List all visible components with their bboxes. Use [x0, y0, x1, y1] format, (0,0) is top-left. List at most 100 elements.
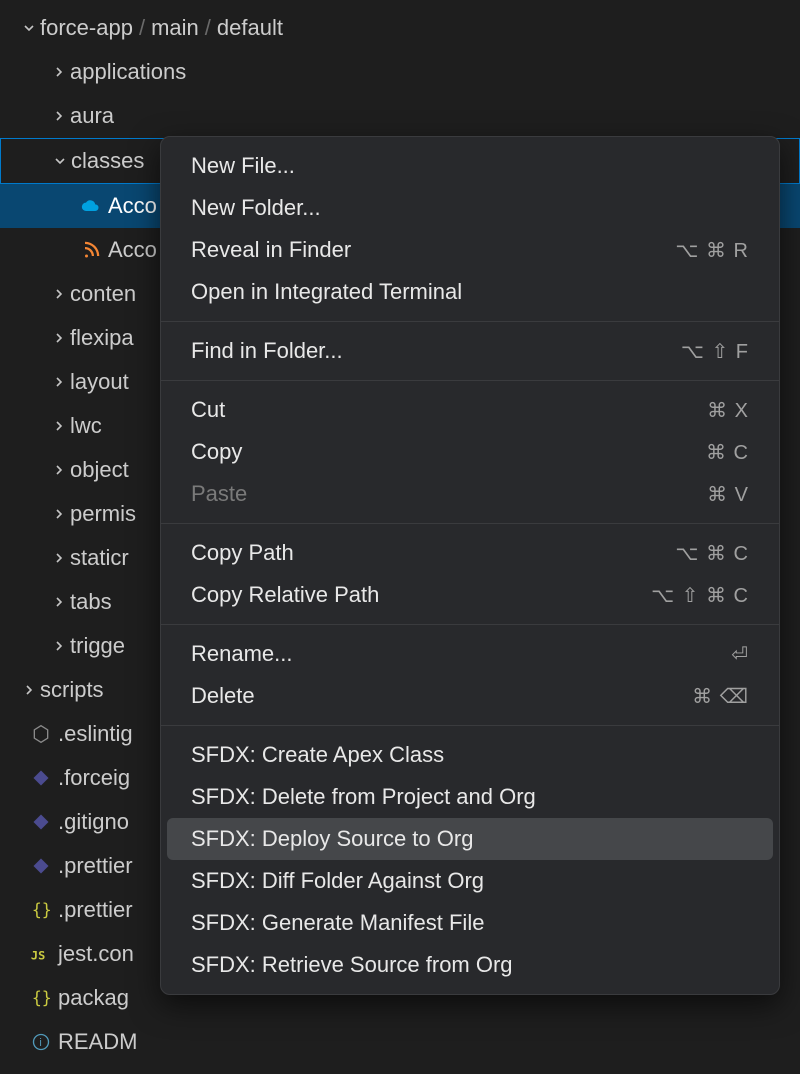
menu-sfdx-diff-folder[interactable]: SFDX: Diff Folder Against Org: [167, 860, 773, 902]
menu-copy-relative-path[interactable]: Copy Relative Path ⌥ ⇧ ⌘ C: [167, 574, 773, 616]
menu-new-file[interactable]: New File...: [167, 145, 773, 187]
folder-label: layout: [70, 369, 129, 395]
menu-label: Paste: [191, 481, 247, 507]
braces-icon: [28, 899, 54, 921]
menu-shortcut: ⌘ C: [706, 440, 749, 465]
file-label: jest.con: [58, 941, 134, 967]
folder-label: applications: [70, 59, 186, 85]
chevron-right-icon: [48, 550, 70, 566]
menu-sfdx-create-apex-class[interactable]: SFDX: Create Apex Class: [167, 734, 773, 776]
menu-label: Cut: [191, 397, 225, 423]
chevron-right-icon: [48, 64, 70, 80]
menu-separator: [161, 321, 779, 322]
menu-shortcut: ⌥ ⌘ R: [675, 238, 749, 263]
menu-separator: [161, 725, 779, 726]
folder-label: flexipa: [70, 325, 134, 351]
menu-cut[interactable]: Cut ⌘ X: [167, 389, 773, 431]
folder-applications[interactable]: applications: [0, 50, 800, 94]
breadcrumb-seg: main: [151, 15, 199, 41]
breadcrumb-sep: /: [139, 15, 145, 41]
chevron-right-icon: [48, 108, 70, 124]
folder-label: tabs: [70, 589, 112, 615]
menu-sfdx-deploy-source[interactable]: SFDX: Deploy Source to Org: [167, 818, 773, 860]
chevron-right-icon: [48, 286, 70, 302]
menu-shortcut: ⏎: [731, 642, 749, 667]
menu-label: Delete: [191, 683, 255, 709]
diamond-icon: [28, 813, 54, 831]
folder-label: scripts: [40, 677, 104, 703]
folder-label: classes: [71, 148, 144, 174]
folder-label: trigge: [70, 633, 125, 659]
chevron-right-icon: [48, 418, 70, 434]
menu-find-in-folder[interactable]: Find in Folder... ⌥ ⇧ F: [167, 330, 773, 372]
context-menu: New File... New Folder... Reveal in Find…: [160, 136, 780, 995]
menu-new-folder[interactable]: New Folder...: [167, 187, 773, 229]
chevron-right-icon: [48, 330, 70, 346]
menu-separator: [161, 624, 779, 625]
chevron-right-icon: [48, 462, 70, 478]
folder-label: aura: [70, 103, 114, 129]
breadcrumb-seg: default: [217, 15, 283, 41]
menu-label: Copy Path: [191, 540, 294, 566]
file-label: .forceig: [58, 765, 130, 791]
menu-label: Copy Relative Path: [191, 582, 379, 608]
braces-icon: [28, 987, 54, 1009]
folder-label: conten: [70, 281, 136, 307]
chevron-right-icon: [48, 374, 70, 390]
chevron-right-icon: [18, 682, 40, 698]
menu-reveal-in-finder[interactable]: Reveal in Finder ⌥ ⌘ R: [167, 229, 773, 271]
folder-label: lwc: [70, 413, 102, 439]
menu-label: New Folder...: [191, 195, 321, 221]
file-label: .gitigno: [58, 809, 129, 835]
file-label: Acco: [108, 193, 157, 219]
hexagon-icon: [28, 724, 54, 744]
menu-copy-path[interactable]: Copy Path ⌥ ⌘ C: [167, 532, 773, 574]
menu-label: SFDX: Deploy Source to Org: [191, 826, 473, 852]
menu-label: New File...: [191, 153, 295, 179]
diamond-icon: [28, 769, 54, 787]
menu-rename[interactable]: Rename... ⏎: [167, 633, 773, 675]
chevron-down-icon: [18, 20, 40, 36]
file-label: packag: [58, 985, 129, 1011]
menu-label: Rename...: [191, 641, 293, 667]
diamond-icon: [28, 857, 54, 875]
menu-open-terminal[interactable]: Open in Integrated Terminal: [167, 271, 773, 313]
tree-root[interactable]: force-app / main / default: [0, 6, 800, 50]
rss-icon: [78, 241, 104, 259]
menu-label: SFDX: Create Apex Class: [191, 742, 444, 768]
menu-delete[interactable]: Delete ⌘ ⌫: [167, 675, 773, 717]
chevron-right-icon: [48, 638, 70, 654]
folder-label: staticr: [70, 545, 129, 571]
menu-sfdx-retrieve-source[interactable]: SFDX: Retrieve Source from Org: [167, 944, 773, 986]
menu-copy[interactable]: Copy ⌘ C: [167, 431, 773, 473]
menu-sfdx-generate-manifest[interactable]: SFDX: Generate Manifest File: [167, 902, 773, 944]
menu-shortcut: ⌘ ⌫: [692, 684, 749, 709]
menu-separator: [161, 380, 779, 381]
file-label: Acco: [108, 237, 157, 263]
menu-label: SFDX: Diff Folder Against Org: [191, 868, 484, 894]
menu-separator: [161, 523, 779, 524]
file-label: .eslintig: [58, 721, 133, 747]
file-label: .prettier: [58, 897, 133, 923]
file-label: .prettier: [58, 853, 133, 879]
folder-aura[interactable]: aura: [0, 94, 800, 138]
chevron-down-icon: [49, 153, 71, 169]
menu-paste: Paste ⌘ V: [167, 473, 773, 515]
file-readme[interactable]: READM: [0, 1020, 800, 1064]
menu-label: Open in Integrated Terminal: [191, 279, 462, 305]
menu-shortcut: ⌘ X: [707, 398, 749, 423]
folder-label: permis: [70, 501, 136, 527]
menu-label: SFDX: Retrieve Source from Org: [191, 952, 513, 978]
menu-shortcut: ⌥ ⌘ C: [675, 541, 749, 566]
js-icon: [28, 943, 54, 965]
menu-shortcut: ⌥ ⇧ F: [681, 339, 749, 364]
cloud-icon: [78, 196, 104, 216]
chevron-right-icon: [48, 594, 70, 610]
info-icon: [28, 1032, 54, 1052]
menu-shortcut: ⌥ ⇧ ⌘ C: [651, 583, 749, 608]
breadcrumb-seg: force-app: [40, 15, 133, 41]
menu-label: SFDX: Generate Manifest File: [191, 910, 484, 936]
menu-sfdx-delete[interactable]: SFDX: Delete from Project and Org: [167, 776, 773, 818]
breadcrumb-sep: /: [205, 15, 211, 41]
menu-label: Find in Folder...: [191, 338, 343, 364]
